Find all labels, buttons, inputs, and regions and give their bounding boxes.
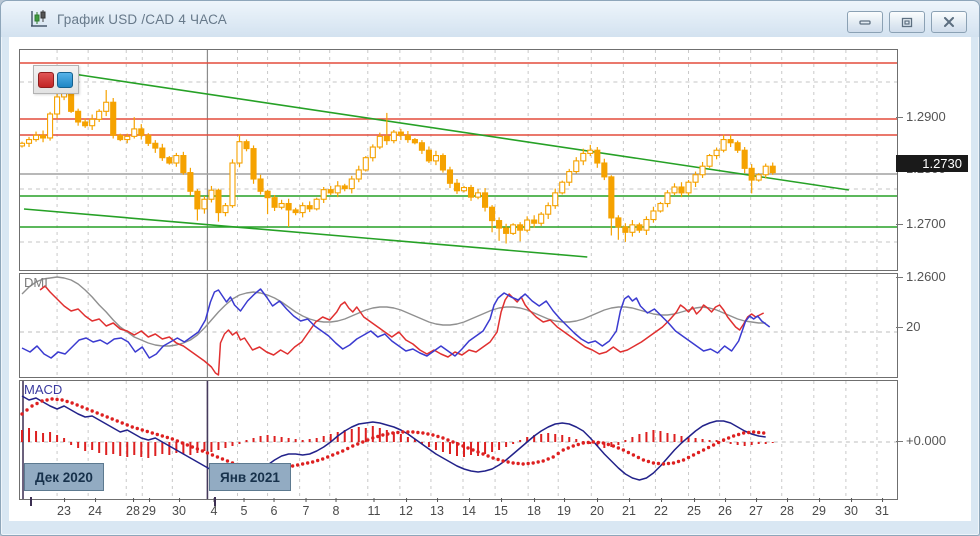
close-button[interactable] bbox=[931, 11, 967, 33]
time-axis-label: 28 bbox=[780, 498, 794, 518]
time-axis-label: 6 bbox=[270, 498, 278, 518]
time-axis-label: 19 bbox=[557, 498, 571, 518]
candlestick-chart-icon bbox=[31, 10, 47, 27]
chart-client-area: DMI MACD Дек 2020 Янв 2021 1.29001.28001… bbox=[9, 37, 971, 521]
macd-chart-canvas[interactable] bbox=[20, 381, 897, 499]
price-axis-label: 1.2900 bbox=[896, 109, 946, 124]
buy-square-button[interactable] bbox=[57, 71, 73, 88]
time-axis-label: 24 bbox=[88, 498, 102, 518]
window-title: График USD /CAD 4 ЧАСА bbox=[57, 11, 227, 27]
month-badge-dec-label: Дек 2020 bbox=[35, 469, 93, 485]
time-axis-label: 23 bbox=[57, 498, 71, 518]
restore-icon bbox=[901, 17, 913, 27]
chart-window: График USD /CAD 4 ЧАСА DMI MACD Дек 2020… bbox=[0, 0, 980, 536]
time-axis-label: 7 bbox=[302, 498, 310, 518]
time-axis-label: 11 bbox=[367, 498, 381, 518]
minimize-button[interactable] bbox=[847, 11, 883, 33]
time-axis-label: 25 bbox=[687, 498, 701, 518]
minimize-icon bbox=[859, 20, 871, 25]
time-axis-label: 18 bbox=[527, 498, 541, 518]
time-axis-label: 8 bbox=[332, 498, 340, 518]
time-axis-label: 12 bbox=[399, 498, 413, 518]
restore-button[interactable] bbox=[889, 11, 925, 33]
time-axis-label: 21 bbox=[622, 498, 636, 518]
time-axis-label: 27 bbox=[749, 498, 763, 518]
time-axis-label: 29 bbox=[142, 498, 156, 518]
dmi-level-label: 20 bbox=[895, 319, 921, 334]
price-axis[interactable]: 1.29001.28001.27001.2600 1.2730 20 +0.00… bbox=[894, 37, 973, 523]
current-price-badge: 1.2730 bbox=[896, 155, 968, 172]
price-panel[interactable] bbox=[19, 49, 898, 271]
chart-mini-toolbar bbox=[33, 65, 79, 94]
month-badge-jan-label: Янв 2021 bbox=[220, 469, 280, 485]
time-axis-label: 13 bbox=[430, 498, 444, 518]
time-axis-label: 5 bbox=[240, 498, 248, 518]
price-axis-label: 1.2600 bbox=[896, 269, 946, 284]
time-axis-label: 15 bbox=[494, 498, 508, 518]
time-axis-label: 30 bbox=[172, 498, 186, 518]
time-axis-label: 31 bbox=[875, 498, 889, 518]
time-axis-label: 22 bbox=[654, 498, 668, 518]
dmi-label: DMI bbox=[24, 275, 48, 290]
time-axis-label: 29 bbox=[812, 498, 826, 518]
macd-label: MACD bbox=[24, 382, 63, 397]
price-chart-canvas[interactable] bbox=[20, 50, 897, 270]
window-controls bbox=[847, 11, 967, 33]
month-tick bbox=[30, 497, 32, 506]
month-badge-dec: Дек 2020 bbox=[24, 463, 104, 491]
title-bar[interactable]: График USD /CAD 4 ЧАСА bbox=[1, 1, 979, 37]
time-axis-label: 14 bbox=[462, 498, 476, 518]
price-axis-label: 1.2700 bbox=[896, 216, 946, 231]
month-tick bbox=[214, 497, 216, 506]
macd-zero-label: +0.000 bbox=[895, 433, 947, 448]
time-axis-label: 26 bbox=[718, 498, 732, 518]
dmi-chart-canvas[interactable] bbox=[20, 274, 897, 377]
macd-panel[interactable]: MACD Дек 2020 Янв 2021 bbox=[19, 380, 898, 500]
close-icon bbox=[944, 17, 954, 27]
month-badge-jan: Янв 2021 bbox=[209, 463, 291, 491]
time-axis-label: 30 bbox=[844, 498, 858, 518]
sell-square-button[interactable] bbox=[38, 71, 54, 88]
time-axis-label: 20 bbox=[590, 498, 604, 518]
time-axis-label: 28 bbox=[126, 498, 140, 518]
time-axis[interactable]: 23 24 28 29 30 4 5 6 7 8 11 12 13 14 15 18 19 20 21 22 25 26 2… bbox=[19, 497, 896, 523]
dmi-panel[interactable]: DMI bbox=[19, 273, 898, 378]
screen: График USD /CAD 4 ЧАСА DMI MACD Дек 2020… bbox=[0, 0, 980, 536]
time-axis-label: 4 bbox=[210, 498, 218, 518]
